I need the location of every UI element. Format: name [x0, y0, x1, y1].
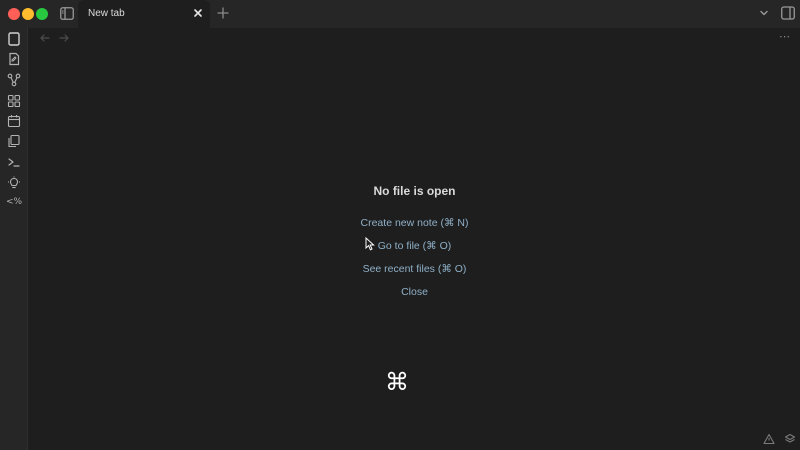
canvas-icon[interactable]	[7, 94, 21, 108]
mouse-pointer-icon	[365, 237, 375, 251]
graph-view-icon[interactable]	[7, 73, 21, 87]
chevron-down-icon[interactable]	[758, 7, 770, 19]
command-palette-terminal-icon[interactable]	[7, 155, 21, 169]
close-link[interactable]: Close	[29, 281, 800, 304]
tab-new-tab[interactable]: New tab	[78, 0, 210, 28]
window-close-button[interactable]	[8, 8, 20, 20]
new-tab-plus-icon[interactable]	[216, 6, 230, 20]
see-recent-files-link[interactable]: See recent files (⌘ O)	[29, 258, 800, 281]
new-note-icon[interactable]	[7, 52, 21, 66]
empty-state-actions: Create new note (⌘ N) Go to file (⌘ O) S…	[29, 212, 800, 304]
open-switcher-icon[interactable]	[7, 32, 21, 46]
templates-copy-icon[interactable]	[7, 134, 21, 148]
empty-state: No file is open Create new note (⌘ N) Go…	[29, 184, 800, 304]
left-ribbon: <%	[0, 28, 28, 450]
daily-note-calendar-icon[interactable]	[7, 114, 21, 128]
arrow-right-icon[interactable]	[58, 32, 70, 44]
more-options-icon[interactable]: ⋯	[779, 30, 791, 43]
slides-lightbulb-icon[interactable]	[7, 176, 21, 190]
go-to-file-link[interactable]: Go to file (⌘ O)	[29, 235, 800, 258]
arrow-left-icon[interactable]	[39, 32, 51, 44]
close-icon[interactable]	[192, 7, 204, 19]
window-minimize-button[interactable]	[22, 8, 34, 20]
title-bar: New tab	[0, 0, 800, 28]
empty-state-title: No file is open	[373, 184, 456, 198]
create-new-note-link[interactable]: Create new note (⌘ N)	[29, 212, 800, 235]
command-key-icon: ⌘	[385, 368, 409, 396]
templater-button[interactable]: <%	[6, 197, 22, 207]
warning-icon[interactable]	[763, 433, 775, 445]
sidebar-toggle-icon[interactable]	[60, 7, 74, 20]
right-sidebar-toggle-icon[interactable]	[781, 6, 795, 20]
tab-label: New tab	[88, 8, 125, 19]
window-maximize-button[interactable]	[36, 8, 48, 20]
main-content: ⋯ No file is open Create new note (⌘ N) …	[29, 28, 800, 450]
layers-icon[interactable]	[784, 433, 796, 445]
